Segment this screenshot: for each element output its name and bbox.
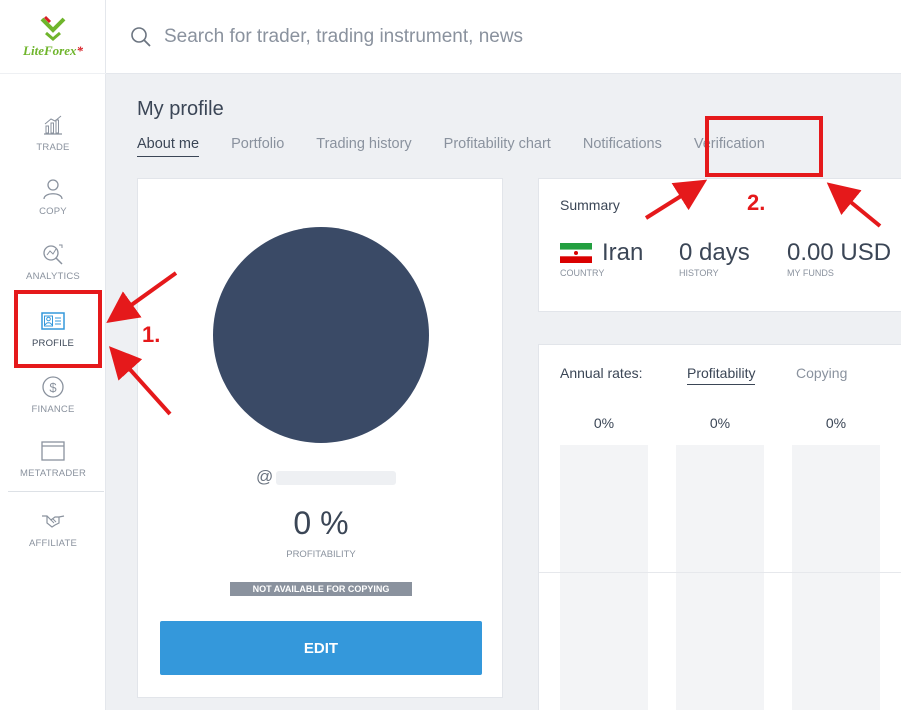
annual-rates-card: Annual rates: Profitability Copying 0% 0…: [538, 344, 901, 710]
sidebar-item-label: FINANCE: [31, 404, 75, 415]
dollar-coin-icon: $: [42, 376, 64, 398]
sidebar-item-label: METATRADER: [19, 468, 87, 479]
country-value: Iran: [602, 239, 644, 266]
sidebar-item-label: AFFILIATE: [28, 538, 78, 549]
sidebar-item-label: TRADE: [36, 142, 70, 153]
username-prefix: @: [256, 467, 274, 486]
avatar[interactable]: [213, 227, 429, 443]
annotation-box-verification: [705, 116, 823, 177]
tab-profitability-chart[interactable]: Profitability chart: [444, 136, 551, 157]
tab-portfolio[interactable]: Portfolio: [231, 136, 284, 157]
rate-value: 0%: [825, 415, 847, 431]
annotation-step-2: 2.: [747, 190, 766, 215]
top-header: [106, 0, 901, 74]
liteforex-logo[interactable]: LiteForex*: [0, 0, 106, 74]
user-icon: [43, 179, 63, 200]
rate-value: 0%: [709, 415, 731, 431]
search-input[interactable]: [164, 25, 764, 48]
sidebar-divider: [8, 491, 104, 492]
summary-card: Summary Iran COUNTRY 0 days HISTORY 0.00…: [538, 178, 901, 312]
sidebar-item-analytics[interactable]: ANALYTICS: [0, 235, 106, 297]
funds-label: MY FUNDS: [787, 268, 834, 278]
username-hidden: [276, 471, 396, 485]
tab-about-me[interactable]: About me: [137, 136, 200, 157]
tab-trading-history[interactable]: Trading history: [316, 136, 411, 157]
summary-title: Summary: [560, 197, 620, 213]
funds-value: 0.00 USD: [787, 239, 892, 266]
history-label: HISTORY: [679, 268, 719, 278]
svg-text:$: $: [49, 380, 57, 395]
history-stat: 0 days HISTORY: [679, 239, 750, 278]
search-icon[interactable]: [130, 26, 152, 48]
tab-rates-profitability[interactable]: Profitability: [687, 365, 756, 385]
rate-value: 0%: [593, 415, 615, 431]
sidebar-item-label: ANALYTICS: [26, 271, 80, 282]
profitability-label: PROFITABILITY: [286, 549, 356, 560]
funds-stat: 0.00 USD MY FUNDS: [787, 239, 891, 278]
rate-bar: [792, 445, 880, 710]
logo-text: LiteForex*: [23, 42, 83, 58]
sidebar-item-trade[interactable]: TRADE: [0, 106, 106, 168]
sidebar-item-finance[interactable]: $ FINANCE: [0, 368, 106, 430]
rate-bar: [676, 445, 764, 710]
profile-tabs: About me Portfolio Trading history Profi…: [137, 136, 797, 157]
country-label: COUNTRY: [560, 268, 605, 278]
iran-flag-icon: [560, 243, 592, 263]
rate-baseline: [539, 572, 901, 573]
analytics-icon: [43, 244, 63, 265]
copying-status-badge: NOT AVAILABLE FOR COPYING: [230, 582, 412, 596]
rate-bar: [560, 445, 648, 710]
tab-rates-copying[interactable]: Copying: [796, 365, 847, 384]
sidebar-item-label: COPY: [39, 206, 67, 217]
country-stat: Iran COUNTRY: [560, 239, 643, 278]
annotation-step-1: 1.: [142, 322, 161, 347]
sidebar-item-metatrader[interactable]: METATRADER: [0, 432, 106, 494]
profitability-value: 0 %: [293, 505, 349, 541]
history-value: 0 days: [679, 239, 750, 266]
sidebar-item-affiliate[interactable]: AFFILIATE: [0, 502, 106, 564]
logo-mark-icon: [40, 15, 66, 41]
sidebar-item-copy[interactable]: COPY: [0, 170, 106, 232]
edit-button[interactable]: EDIT: [160, 621, 482, 675]
window-icon: [41, 441, 65, 461]
handshake-icon: [42, 515, 65, 528]
annotation-box-profile: [14, 290, 102, 368]
tab-notifications[interactable]: Notifications: [583, 136, 662, 157]
annual-rates-label: Annual rates:: [560, 365, 643, 381]
page-title: My profile: [137, 98, 224, 120]
chart-icon: [44, 115, 62, 135]
profile-card: @ 0 % PROFITABILITY NOT AVAILABLE FOR CO…: [137, 178, 503, 698]
